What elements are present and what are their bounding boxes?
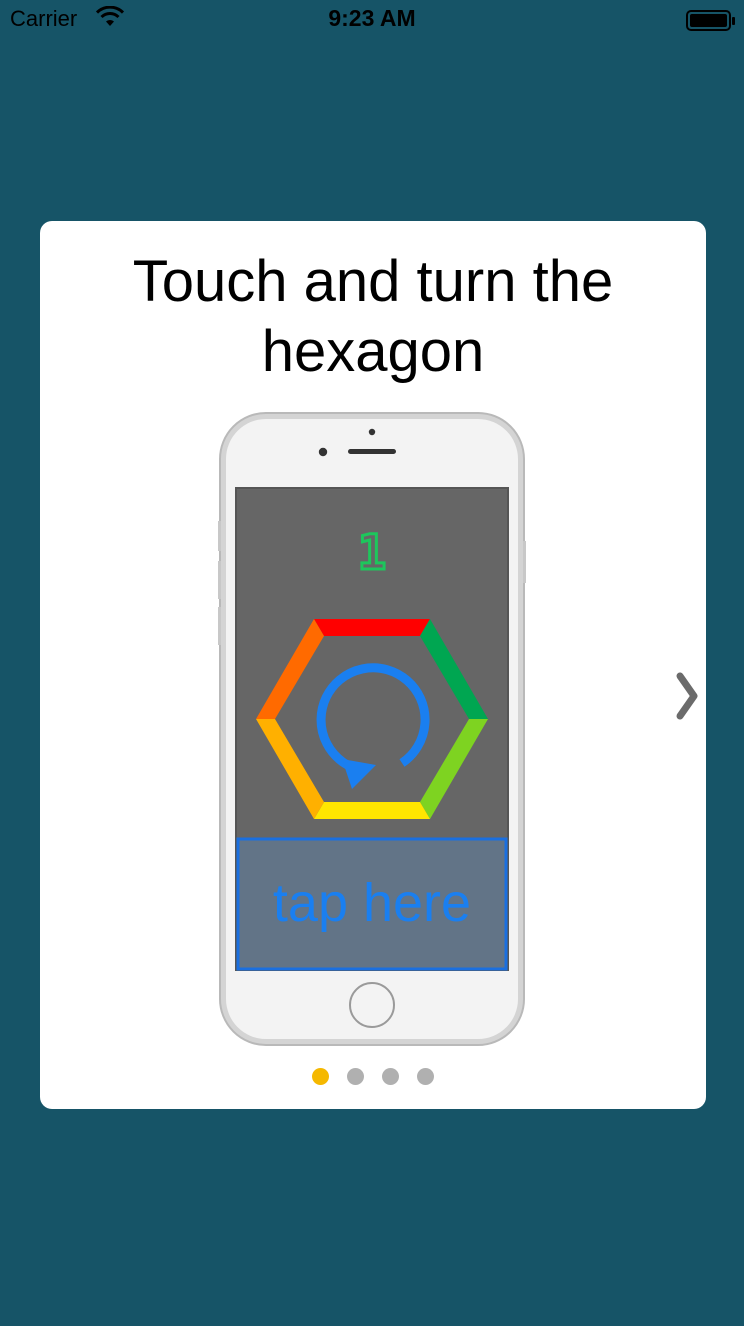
page-dot-1[interactable] <box>312 1068 329 1085</box>
page-dot-4[interactable] <box>417 1068 434 1085</box>
tutorial-title: Touch and turn the hexagon <box>40 247 706 387</box>
page-dot-2[interactable] <box>347 1068 364 1085</box>
camera-icon <box>368 428 376 436</box>
page-dot-3[interactable] <box>382 1068 399 1085</box>
title-line-2: hexagon <box>261 319 485 384</box>
battery-icon <box>686 10 736 38</box>
phone-illustration: 1 tap here <box>218 411 526 1047</box>
speaker-icon <box>348 449 396 454</box>
status-bar: Carrier 9:23 AM <box>0 0 744 40</box>
tutorial-card: Touch and turn the hexagon 1 tap here <box>40 221 706 1109</box>
title-line-1: Touch and turn the <box>132 249 614 314</box>
home-button-graphic <box>349 982 395 1028</box>
page-indicator[interactable] <box>40 1068 706 1086</box>
score-display: 1 <box>358 525 387 581</box>
tap-here-label: tap here <box>273 873 471 933</box>
next-page-chevron-icon[interactable] <box>672 668 702 724</box>
clock: 9:23 AM <box>328 5 416 31</box>
